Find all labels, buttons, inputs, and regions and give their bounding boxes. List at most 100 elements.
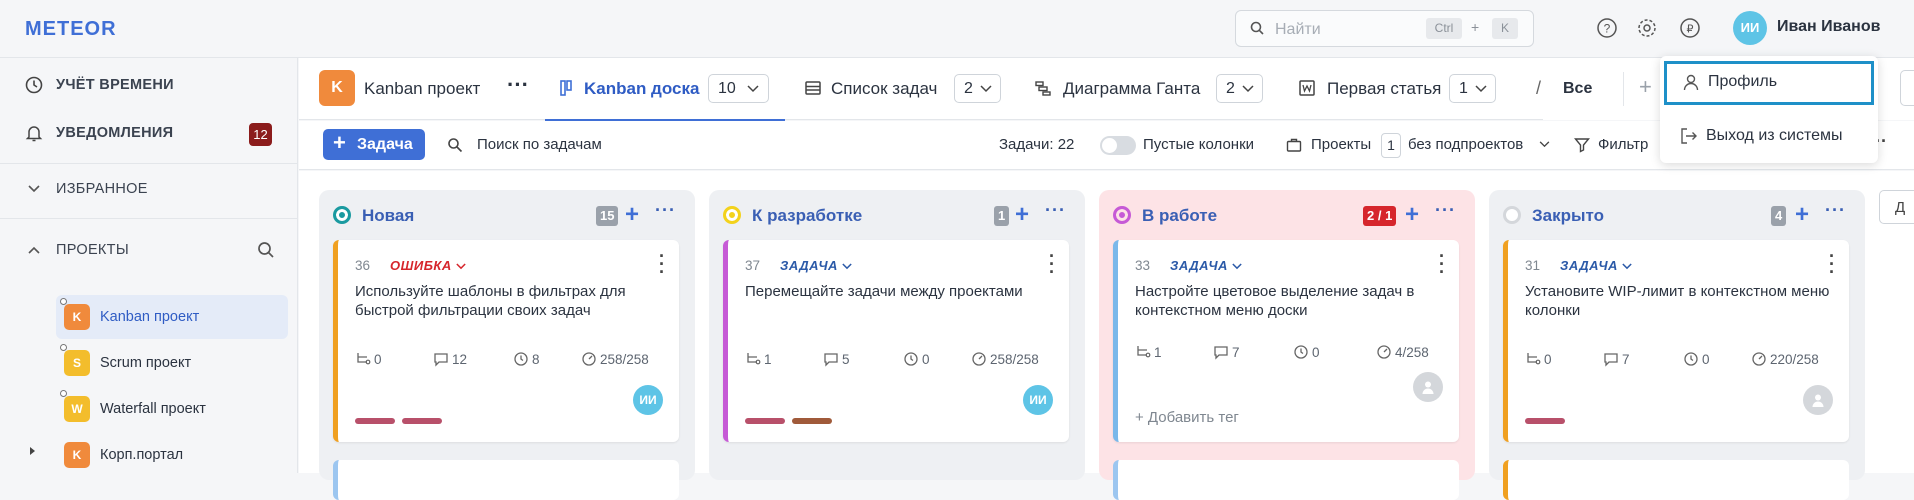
add-card-button[interactable]: + <box>1795 201 1809 229</box>
sidebar-item-notifications[interactable]: УВЕДОМЛЕНИЯ 12 <box>0 109 298 157</box>
add-card-button[interactable]: + <box>625 201 639 229</box>
assignee-avatar[interactable]: ИИ <box>633 385 663 415</box>
project-item-waterfall[interactable]: W Waterfall проект <box>56 387 288 431</box>
add-card-button[interactable]: + <box>1405 201 1419 229</box>
projects-filter-label[interactable]: Проекты <box>1311 136 1371 153</box>
help-icon[interactable]: ? <box>1596 17 1618 39</box>
task-type-label: ЗАДАЧА <box>1560 258 1618 273</box>
search-icon[interactable] <box>256 240 276 260</box>
tab-kanban-board[interactable]: Kanban доска 10 <box>545 58 785 121</box>
task-type[interactable]: ОШИБКА <box>390 258 466 273</box>
user-menu: Профиль Выход из системы <box>1660 56 1878 163</box>
column-menu-icon[interactable]: ··· <box>655 200 676 221</box>
article-icon <box>1299 80 1315 96</box>
add-column-button-partial[interactable]: Д <box>1879 190 1914 224</box>
project-item-corp-portal[interactable]: K Корп.портал <box>56 433 288 477</box>
project-more-button[interactable]: ··· <box>507 72 529 98</box>
sidebar-item-time-tracking[interactable]: УЧЁТ ВРЕМЕНИ <box>0 61 298 109</box>
chevron-down-icon <box>1539 141 1550 148</box>
add-card-button[interactable]: + <box>1015 201 1029 229</box>
add-tag-button[interactable]: + Добавить тег <box>1135 409 1239 426</box>
task-title: Настройте цветовое выделение задач в кон… <box>1135 283 1415 319</box>
global-search[interactable]: Найти Ctrl + K <box>1235 10 1534 47</box>
hidden-select[interactable] <box>1900 70 1914 106</box>
user-name[interactable]: Иван Иванов <box>1777 18 1880 36</box>
task-type[interactable]: ЗАДАЧА <box>1560 258 1632 273</box>
comment-icon <box>434 353 448 367</box>
time-spent: 0 <box>903 351 930 367</box>
task-card-partial[interactable] <box>1113 460 1459 500</box>
chevron-down-icon <box>1475 85 1487 93</box>
column-menu-icon[interactable]: ··· <box>1045 200 1066 221</box>
project-item-scrum[interactable]: S Scrum проект <box>56 341 288 385</box>
project-item-kanban[interactable]: K Kanban проект <box>56 295 288 339</box>
project-dot <box>60 390 67 397</box>
empty-columns-toggle[interactable] <box>1100 136 1136 155</box>
task-card[interactable]: 31 ЗАДАЧА · · · Установите WIP-лимит в кон… <box>1503 240 1849 442</box>
assignee-avatar[interactable]: ИИ <box>1023 385 1053 415</box>
add-tab-plus[interactable]: + <box>1639 74 1652 100</box>
tab-task-list[interactable]: Список задач 2 <box>804 58 1004 120</box>
task-card[interactable]: 36 ОШИБКА · · · Используйте шаблоны в филь… <box>333 240 679 442</box>
tag-pill[interactable] <box>745 418 785 424</box>
tag-pill[interactable] <box>1525 418 1565 424</box>
project-title[interactable]: Kanban проект <box>364 79 480 99</box>
clock-icon <box>1684 352 1698 366</box>
tab-first-article[interactable]: Первая статья 1 <box>1298 58 1518 120</box>
assignee-avatar-empty[interactable] <box>1413 372 1443 402</box>
user-icon <box>1683 74 1699 91</box>
subprojects-select[interactable]: без подпроектов <box>1408 136 1523 153</box>
caret-right-icon[interactable] <box>27 446 37 456</box>
user-avatar[interactable]: ИИ <box>1733 11 1767 45</box>
sidebar-section-favorites[interactable]: ИЗБРАННОЕ <box>0 165 298 213</box>
column-to-develop: К разработке 1 + ··· 37 ЗАДАЧА · · · Перем… <box>709 190 1085 480</box>
task-card[interactable]: 33 ЗАДАЧА · · · Настройте цветовое выделен… <box>1113 240 1459 442</box>
time-spent: 0 <box>1683 351 1710 367</box>
column-status-icon <box>1113 206 1131 224</box>
app-logo[interactable]: METEOR <box>25 18 117 41</box>
card-menu-icon[interactable]: · · · <box>659 247 665 281</box>
menu-item-profile[interactable]: Профиль <box>1664 61 1874 105</box>
task-card-partial[interactable] <box>333 460 679 500</box>
progress: 4/258 <box>1376 344 1429 360</box>
task-search-input[interactable]: Поиск по задачам <box>477 136 602 153</box>
task-card-partial[interactable] <box>1503 460 1849 500</box>
column-title: Новая <box>362 206 415 225</box>
card-menu-icon[interactable]: · · · <box>1439 247 1445 281</box>
column-menu-icon[interactable]: ··· <box>1825 200 1846 221</box>
tab-count-select[interactable]: 2 <box>1216 74 1263 103</box>
tabs-all-button[interactable]: Все <box>1563 80 1592 98</box>
chevron-down-icon <box>28 185 40 193</box>
projects-count: 1 <box>1381 133 1401 158</box>
tab-count-select[interactable]: 2 <box>954 74 1001 103</box>
tag-pill[interactable] <box>792 418 832 424</box>
task-type[interactable]: ЗАДАЧА <box>1170 258 1242 273</box>
project-avatar: K <box>319 70 355 106</box>
subtasks-count: 1 <box>745 351 772 367</box>
menu-item-logout[interactable]: Выход из системы <box>1660 115 1878 159</box>
card-menu-icon[interactable]: · · · <box>1829 247 1835 281</box>
sidebar-section-projects[interactable]: ПРОЕКТЫ <box>0 226 298 274</box>
column-header: В работе 2 / 1 + ··· <box>1099 190 1475 236</box>
add-task-button[interactable]: + Задача <box>323 129 425 160</box>
tag-pill[interactable] <box>355 418 395 424</box>
card-menu-icon[interactable]: · · · <box>1049 247 1055 281</box>
tag-pill[interactable] <box>402 418 442 424</box>
column-menu-icon[interactable]: ··· <box>1435 200 1456 221</box>
gear-icon[interactable] <box>1636 17 1658 39</box>
svg-text:₽: ₽ <box>1687 23 1694 36</box>
search-icon <box>1250 21 1264 35</box>
column-title: Закрыто <box>1532 206 1605 225</box>
svg-text:?: ? <box>1604 22 1611 36</box>
task-type[interactable]: ЗАДАЧА <box>780 258 852 273</box>
tab-count-select[interactable]: 10 <box>708 74 769 103</box>
filter-button[interactable]: Фильтр <box>1598 136 1648 153</box>
tab-gantt[interactable]: Диаграмма Ганта 2 <box>1034 58 1269 120</box>
tab-count-select[interactable]: 1 <box>1449 74 1496 103</box>
ruble-icon[interactable]: ₽ <box>1679 17 1701 39</box>
column-wip-count: 2 / 1 <box>1363 206 1397 226</box>
task-card[interactable]: 37 ЗАДАЧА · · · Перемещайте задачи между п… <box>723 240 1069 442</box>
assignee-avatar-empty[interactable] <box>1803 385 1833 415</box>
task-type-label: ЗАДАЧА <box>780 258 838 273</box>
project-avatar: K <box>64 442 90 468</box>
